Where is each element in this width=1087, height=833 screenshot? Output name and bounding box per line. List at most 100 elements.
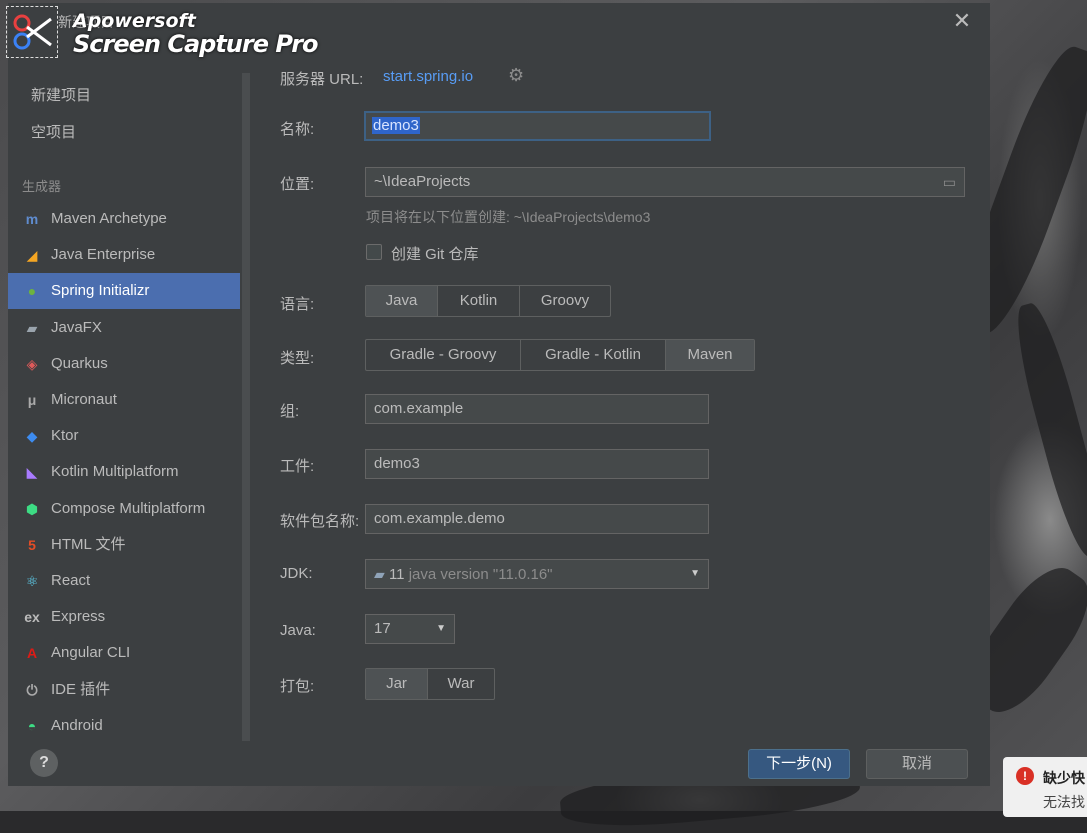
express-icon: ex bbox=[24, 609, 40, 625]
jdk-label: JDK: bbox=[280, 565, 313, 582]
generator-label: JavaFX bbox=[51, 319, 102, 336]
generator-label: Java Enterprise bbox=[51, 246, 156, 263]
group-input[interactable]: com.example bbox=[365, 394, 709, 424]
language-groovy[interactable]: Groovy bbox=[520, 286, 610, 316]
language-label: 语言: bbox=[280, 296, 315, 313]
watermark-brand: Apowersoft bbox=[73, 10, 196, 32]
java-version-value: 17 bbox=[374, 620, 391, 637]
generator-item[interactable]: ● Spring Initializr bbox=[8, 273, 240, 309]
generator-item[interactable]: ◆ Ktor bbox=[8, 418, 240, 454]
generator-item[interactable]: ◈ Quarkus bbox=[8, 346, 240, 382]
generator-label: IDE 插件 bbox=[51, 681, 111, 698]
generator-item[interactable]: ▰ JavaFX bbox=[8, 310, 240, 346]
group-label: 组: bbox=[280, 403, 300, 420]
sidebar-scrollbar[interactable] bbox=[242, 73, 250, 741]
plugin-icon: ⏻ bbox=[26, 682, 38, 698]
maven-icon: m bbox=[25, 211, 39, 227]
html5-icon: 5 bbox=[28, 537, 36, 553]
generator-item[interactable]: ⏻ IDE 插件 bbox=[8, 672, 240, 708]
server-url-label: 服务器 URL: bbox=[280, 71, 364, 88]
generator-label: React bbox=[51, 572, 91, 589]
jdk-folder-icon: ▰ bbox=[374, 566, 385, 582]
error-icon: ! bbox=[1016, 767, 1034, 785]
generator-label: Express bbox=[51, 608, 106, 625]
generator-item[interactable]: ⚛ React bbox=[8, 563, 240, 599]
type-gradle-kotlin[interactable]: Gradle - Kotlin bbox=[521, 340, 666, 370]
help-button[interactable]: ? bbox=[30, 749, 58, 777]
angular-icon: A bbox=[26, 645, 38, 661]
generator-item[interactable]: μ Micronaut bbox=[8, 382, 240, 418]
compose-icon: ⬢ bbox=[25, 501, 39, 517]
sidebar: 新建项目 空项目 生成器 m Maven Archetype ◢ Java Enter… bbox=[8, 65, 250, 741]
java-enterprise-icon: ◢ bbox=[26, 247, 38, 263]
notification-toast[interactable]: ! 缺少快 无法找 bbox=[1003, 757, 1087, 817]
scissors-logo-icon bbox=[6, 6, 58, 58]
chevron-down-icon: ▼ bbox=[690, 568, 700, 579]
packaging-jar[interactable]: Jar bbox=[366, 669, 428, 699]
packaging-war[interactable]: War bbox=[428, 669, 494, 699]
generator-label: Quarkus bbox=[51, 355, 108, 372]
java-version-dropdown[interactable]: 17 ▼ bbox=[365, 614, 455, 644]
generator-item[interactable]: 5 HTML 文件 bbox=[8, 527, 240, 563]
javafx-icon: ▰ bbox=[26, 320, 38, 336]
artifact-input[interactable]: demo3 bbox=[365, 449, 709, 479]
location-input[interactable]: ~\IdeaProjects ▭ bbox=[365, 167, 965, 197]
type-maven[interactable]: Maven bbox=[666, 340, 754, 370]
micronaut-icon: μ bbox=[27, 392, 37, 408]
java-label: Java: bbox=[280, 622, 316, 639]
name-input[interactable]: demo3 bbox=[364, 111, 711, 141]
language-kotlin[interactable]: Kotlin bbox=[438, 286, 520, 316]
next-button[interactable]: 下一步(N) bbox=[748, 749, 850, 779]
generator-item[interactable]: ◢ Java Enterprise bbox=[8, 237, 240, 273]
package-label: 软件包名称: bbox=[280, 513, 360, 530]
location-hint: 项目将在以下位置创建: ~\IdeaProjects\demo3 bbox=[366, 209, 651, 225]
server-url-link[interactable]: start.spring.io bbox=[383, 68, 473, 85]
language-selector: Java Kotlin Groovy bbox=[365, 285, 611, 317]
sidebar-item-empty-project[interactable]: 空项目 bbox=[8, 115, 240, 151]
notification-text: 无法找 bbox=[1043, 794, 1085, 810]
spring-icon: ● bbox=[27, 283, 37, 299]
kotlin-icon: ◣ bbox=[26, 464, 38, 480]
jdk-dropdown[interactable]: ▰ 11 java version "11.0.16" ▼ bbox=[365, 559, 709, 589]
close-button[interactable]: ✕ bbox=[948, 7, 976, 35]
type-gradle-groovy[interactable]: Gradle - Groovy bbox=[366, 340, 521, 370]
location-label: 位置: bbox=[280, 176, 315, 193]
generator-item[interactable]: A Angular CLI bbox=[8, 635, 240, 671]
git-checkbox-label: 创建 Git 仓库 bbox=[391, 246, 479, 263]
generator-label: Android bbox=[51, 717, 103, 734]
notification-title: 缺少快 bbox=[1043, 770, 1085, 786]
watermark-product: Screen Capture Pro bbox=[73, 30, 319, 58]
artifact-label: 工件: bbox=[280, 458, 315, 475]
generator-label: Kotlin Multiplatform bbox=[51, 463, 179, 480]
generator-label: Maven Archetype bbox=[51, 210, 167, 227]
generator-item[interactable]: m Maven Archetype bbox=[8, 201, 240, 237]
language-java[interactable]: Java bbox=[366, 286, 438, 316]
location-input-value: ~\IdeaProjects bbox=[374, 173, 471, 190]
android-icon: ◓ bbox=[27, 718, 37, 734]
generator-item[interactable]: ◣ Kotlin Multiplatform bbox=[8, 454, 240, 490]
sidebar-group-generators: 生成器 bbox=[22, 179, 62, 194]
generator-label: Spring Initializr bbox=[51, 282, 150, 299]
generator-label: HTML 文件 bbox=[51, 536, 126, 553]
package-input[interactable]: com.example.demo bbox=[365, 504, 709, 534]
cancel-button[interactable]: 取消 bbox=[866, 749, 968, 779]
sidebar-item-new-project[interactable]: 新建项目 bbox=[8, 78, 240, 114]
ktor-icon: ◆ bbox=[26, 428, 38, 444]
type-label: 类型: bbox=[280, 350, 315, 367]
generator-label: Angular CLI bbox=[51, 644, 131, 661]
git-checkbox[interactable] bbox=[366, 244, 382, 260]
generator-label: Ktor bbox=[51, 427, 79, 444]
browse-folder-icon[interactable]: ▭ bbox=[943, 168, 956, 196]
generator-item[interactable]: ⬢ Compose Multiplatform bbox=[8, 491, 240, 527]
jdk-version: 11 bbox=[388, 566, 405, 583]
jdk-detail: java version "11.0.16" bbox=[408, 566, 553, 583]
generator-item[interactable]: ex Express bbox=[8, 599, 240, 635]
packaging-label: 打包: bbox=[280, 678, 315, 695]
apowersoft-watermark: Apowersoft Screen Capture Pro bbox=[6, 6, 326, 62]
name-label: 名称: bbox=[280, 121, 315, 138]
settings-gear-icon[interactable]: ⚙ bbox=[508, 65, 524, 86]
generator-item[interactable]: ◓ Android bbox=[8, 708, 240, 744]
quarkus-icon: ◈ bbox=[26, 356, 38, 372]
chevron-down-icon: ▼ bbox=[436, 623, 446, 634]
packaging-selector: Jar War bbox=[365, 668, 495, 700]
